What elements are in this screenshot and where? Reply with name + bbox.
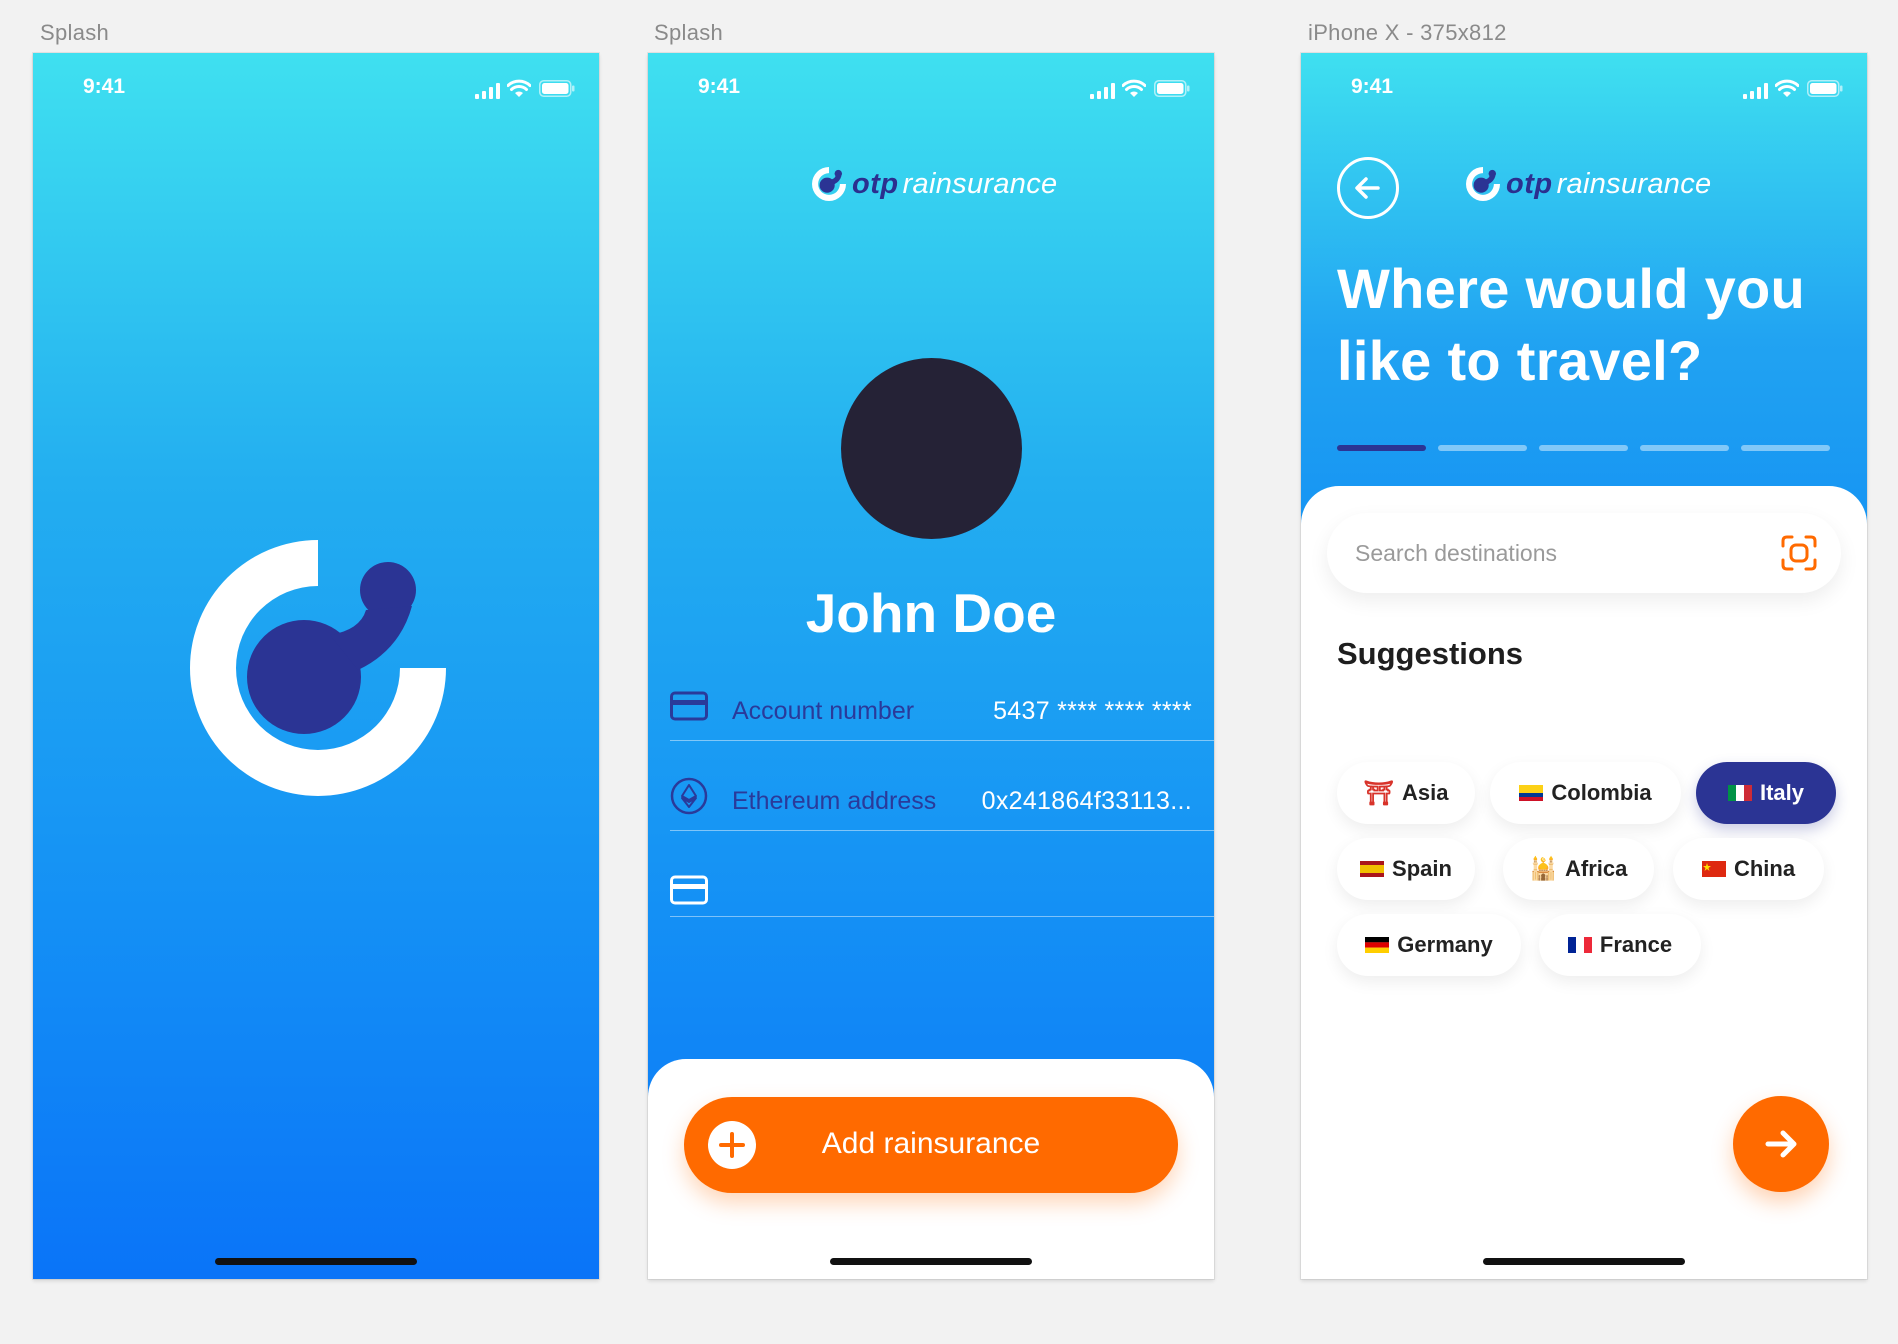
status-time: 9:41 [83,75,126,98]
avatar[interactable] [841,358,1022,539]
chip-italy[interactable]: Italy [1696,762,1836,824]
home-indicator[interactable] [215,1258,417,1265]
chip-label: France [1599,932,1673,957]
account-number-row[interactable]: Account number 5437 **** **** **** [670,681,1214,741]
artboard-label-splash-1: Splash [40,20,110,45]
chip-asia[interactable]: ⛩ Asia [1337,762,1475,824]
battery-icon [539,80,575,97]
account-number-value: 5437 **** **** **** [993,697,1192,725]
chip-label: Asia [1401,780,1449,805]
profile-screen: 9:41 otp rainsurance John Doe Account nu… [648,53,1214,1279]
ethereum-address-row[interactable]: Ethereum address 0x241864f33113... [670,771,1214,831]
add-rainsurance-button[interactable]: Add rainsurance [684,1097,1178,1193]
splash-screen: 9:41 [33,53,599,1279]
artboard-label-splash-2: Splash [654,20,724,45]
chip-label: Germany [1397,932,1493,957]
chip-label: Africa [1565,856,1628,881]
chip-colombia[interactable]: Colombia [1490,762,1681,824]
wifi-icon [507,79,531,97]
brand-logo: otp rainsurance [1466,167,1711,201]
ethereum-address-label: Ethereum address [732,787,937,815]
credit-card-icon [670,691,708,721]
arrow-right-icon [1765,1130,1797,1158]
progress-step-4 [1640,445,1729,451]
chip-label: Italy [1759,780,1805,805]
scan-icon[interactable] [1779,533,1819,573]
chip-spain[interactable]: Spain [1337,838,1475,900]
torii-gate-icon: ⛩ [1363,779,1394,807]
cellular-signal-icon [1090,83,1115,99]
user-name: John Doe [805,582,1057,644]
destination-screen: 9:41 otp rainsurance Where would you lik… [1301,53,1867,1279]
status-bar: 9:41 [33,53,599,123]
ethereum-icon [670,777,708,815]
chip-africa[interactable]: 🕌 Africa [1503,838,1654,900]
china-flag-icon [1701,861,1726,877]
home-indicator[interactable] [830,1258,1032,1265]
battery-icon [1154,80,1190,97]
rainsurance-logo-icon [190,540,446,796]
page-title: Where would you like to travel? [1337,257,1806,392]
home-indicator[interactable] [1483,1258,1685,1265]
brand-rain-text: rainsurance [1556,167,1712,200]
chip-label: Colombia [1551,780,1652,805]
chip-label: Spain [1392,856,1452,881]
search-input[interactable] [1355,513,1755,593]
status-bar: 9:41 [648,53,1214,123]
chip-china[interactable]: China [1673,838,1824,900]
search-bar[interactable] [1327,513,1841,593]
back-button[interactable] [1337,157,1399,219]
battery-icon [1807,80,1843,97]
chip-germany[interactable]: Germany [1337,914,1521,976]
france-flag-icon [1567,937,1592,953]
account-number-label: Account number [732,697,915,725]
wifi-icon [1122,79,1146,97]
status-time: 9:41 [1351,75,1394,98]
italy-flag-icon [1727,785,1752,801]
progress-step-5 [1741,445,1830,451]
chip-france[interactable]: France [1539,914,1701,976]
progress-step-1 [1337,445,1426,451]
arrow-left-icon [1355,177,1380,199]
progress-step-3 [1539,445,1628,451]
next-button[interactable] [1733,1096,1829,1192]
brand-rain-text: rainsurance [902,167,1058,200]
cellular-signal-icon [475,83,500,99]
ethereum-address-value: 0x241864f33113... [981,787,1192,815]
brand-logo: otp rainsurance [812,167,1057,201]
card-row[interactable] [670,859,1214,917]
brand-mark-icon [1466,167,1500,201]
status-bar: 9:41 [1301,53,1867,123]
cellular-signal-icon [1743,83,1768,99]
germany-flag-icon [1365,937,1390,953]
suggestions-heading: Suggestions [1337,636,1524,671]
spain-flag-icon [1360,861,1385,877]
brand-otp-text: otp [1506,167,1553,200]
credit-card-icon [670,875,708,905]
status-time: 9:41 [698,75,741,98]
chip-label: China [1733,856,1796,881]
add-rainsurance-label: Add rainsurance [821,1127,1041,1160]
mosque-icon: 🕌 [1529,856,1558,881]
colombia-flag-icon [1519,785,1544,801]
wifi-icon [1775,79,1799,97]
step-progress [1337,445,1830,451]
artboard-label-iphone-x: iPhone X - 375x812 [1308,20,1507,45]
progress-step-2 [1438,445,1527,451]
brand-mark-icon [812,167,846,201]
brand-otp-text: otp [852,167,899,200]
